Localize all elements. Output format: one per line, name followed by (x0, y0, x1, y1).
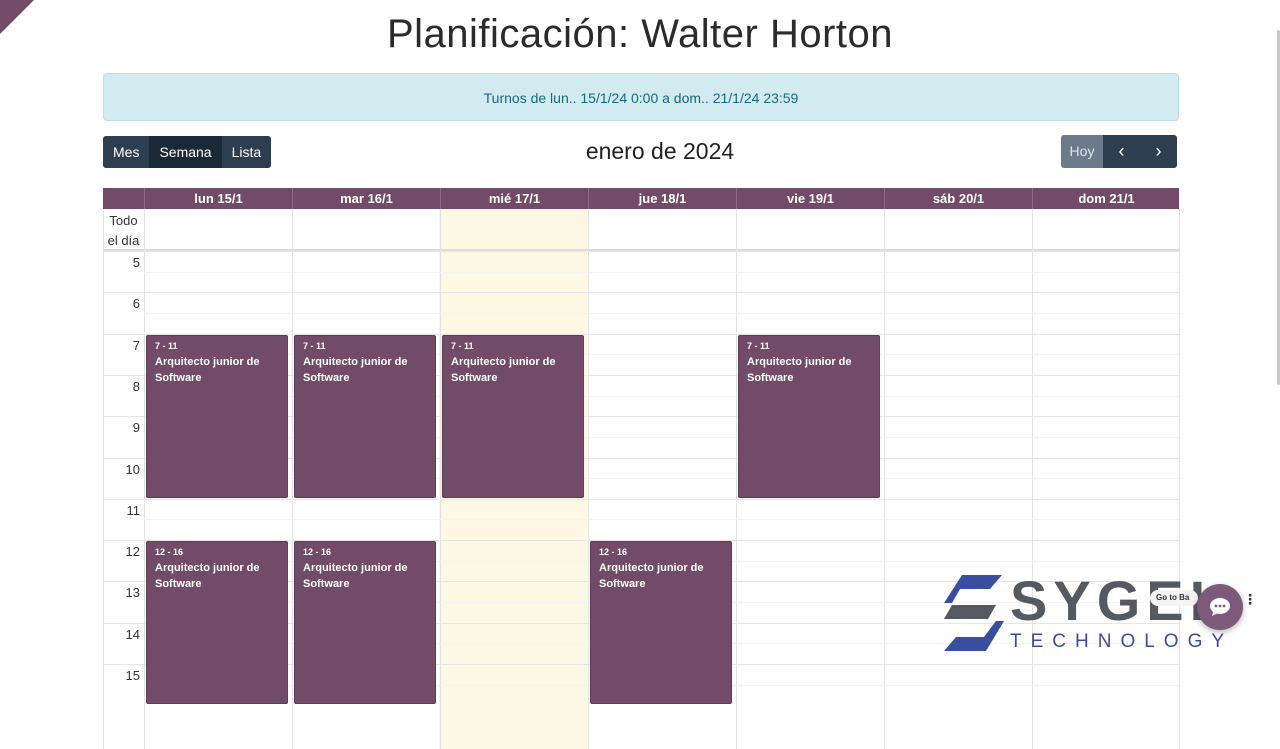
day-header: vie 19/1 (736, 188, 884, 209)
half-hour-line (144, 312, 1179, 314)
shift-range-alert: Turnos de lun.. 15/1/24 0:00 a dom.. 21/… (103, 73, 1179, 121)
today-button[interactable]: Hoy (1061, 135, 1103, 168)
sygel-s-icon (944, 575, 1004, 651)
all-day-label: Todo el día (107, 213, 140, 248)
event-time: 7 - 11 (747, 340, 770, 351)
shift-event[interactable]: 12 - 16 Arquitecto junior de Software (590, 541, 732, 705)
chat-button[interactable] (1197, 584, 1243, 630)
shift-event[interactable]: 12 - 16 Arquitecto junior de Software (294, 541, 436, 705)
event-time: 12 - 16 (155, 547, 184, 558)
next-week-button[interactable]: › (1140, 135, 1177, 168)
event-title: Arquitecto junior de Software (155, 355, 260, 384)
logo-subtitle: TECHNOLOGY (1010, 631, 1234, 652)
hour-line (103, 251, 1179, 252)
hour-label: 15 (125, 668, 140, 683)
day-header: mar 16/1 (292, 188, 440, 209)
chevron-right-icon: › (1155, 141, 1162, 161)
chat-bubble-icon (1210, 598, 1230, 616)
shift-event[interactable]: 12 - 16 Arquitecto junior de Software (146, 541, 288, 705)
shift-event[interactable]: 7 - 11 Arquitecto junior de Software (294, 334, 436, 498)
event-time: 12 - 16 (303, 547, 332, 558)
hour-label: 10 (125, 461, 140, 477)
shift-event[interactable]: 7 - 11 Arquitecto junior de Software (146, 334, 288, 498)
chevron-left-icon: ‹ (1118, 141, 1125, 161)
day-header: mié 17/1 (440, 188, 588, 209)
hour-label: 12 (125, 544, 140, 560)
day-header: lun 15/1 (144, 188, 292, 209)
hour-label: 7 (132, 337, 140, 353)
half-hour-line (144, 271, 1179, 273)
chat-tooltip: Go to Ba (1150, 590, 1198, 606)
event-title: Arquitecto junior de Software (451, 355, 556, 384)
event-time: 7 - 11 (155, 340, 178, 351)
hour-label: 11 (126, 502, 141, 518)
event-time: 7 - 11 (303, 340, 326, 351)
half-hour-line (144, 519, 1179, 521)
day-header: sáb 20/1 (884, 188, 1032, 209)
prev-week-button[interactable]: ‹ (1103, 135, 1140, 168)
column-divider (1179, 209, 1180, 749)
hour-label: 5 (132, 255, 140, 270)
event-time: 7 - 11 (451, 340, 474, 351)
event-title: Arquitecto junior de Software (747, 355, 852, 384)
hour-label: 9 (132, 420, 140, 436)
event-title: Arquitecto junior de Software (155, 562, 260, 591)
calendar-header: lun 15/1 mar 16/1 mié 17/1 jue 18/1 vie 19/1… (103, 188, 1179, 209)
day-header: dom 21/1 (1032, 188, 1180, 209)
shift-event[interactable]: 7 - 11 Arquitecto junior de Software (442, 334, 584, 498)
event-title: Arquitecto junior de Software (303, 355, 408, 384)
hour-label: 13 (125, 585, 140, 601)
all-day-row[interactable] (103, 209, 1179, 251)
kebab-menu-icon[interactable]: ⋮ (1243, 590, 1257, 608)
shift-event[interactable]: 7 - 11 Arquitecto junior de Software (738, 334, 880, 498)
page-title: Planificación: Walter Horton (386, 12, 894, 56)
hour-line (103, 292, 1179, 294)
hour-label: 14 (125, 626, 140, 642)
event-time: 12 - 16 (599, 547, 628, 558)
date-navigation: Hoy ‹ › (1061, 135, 1177, 168)
hour-line (103, 498, 1179, 500)
sygel-logo: SYGEL TECHNOLOGY (944, 573, 1224, 653)
hour-label: 8 (132, 378, 140, 394)
day-header: jue 18/1 (588, 188, 736, 209)
hour-label: 6 (132, 296, 140, 312)
event-title: Arquitecto junior de Software (303, 562, 408, 591)
event-title: Arquitecto junior de Software (599, 562, 704, 591)
